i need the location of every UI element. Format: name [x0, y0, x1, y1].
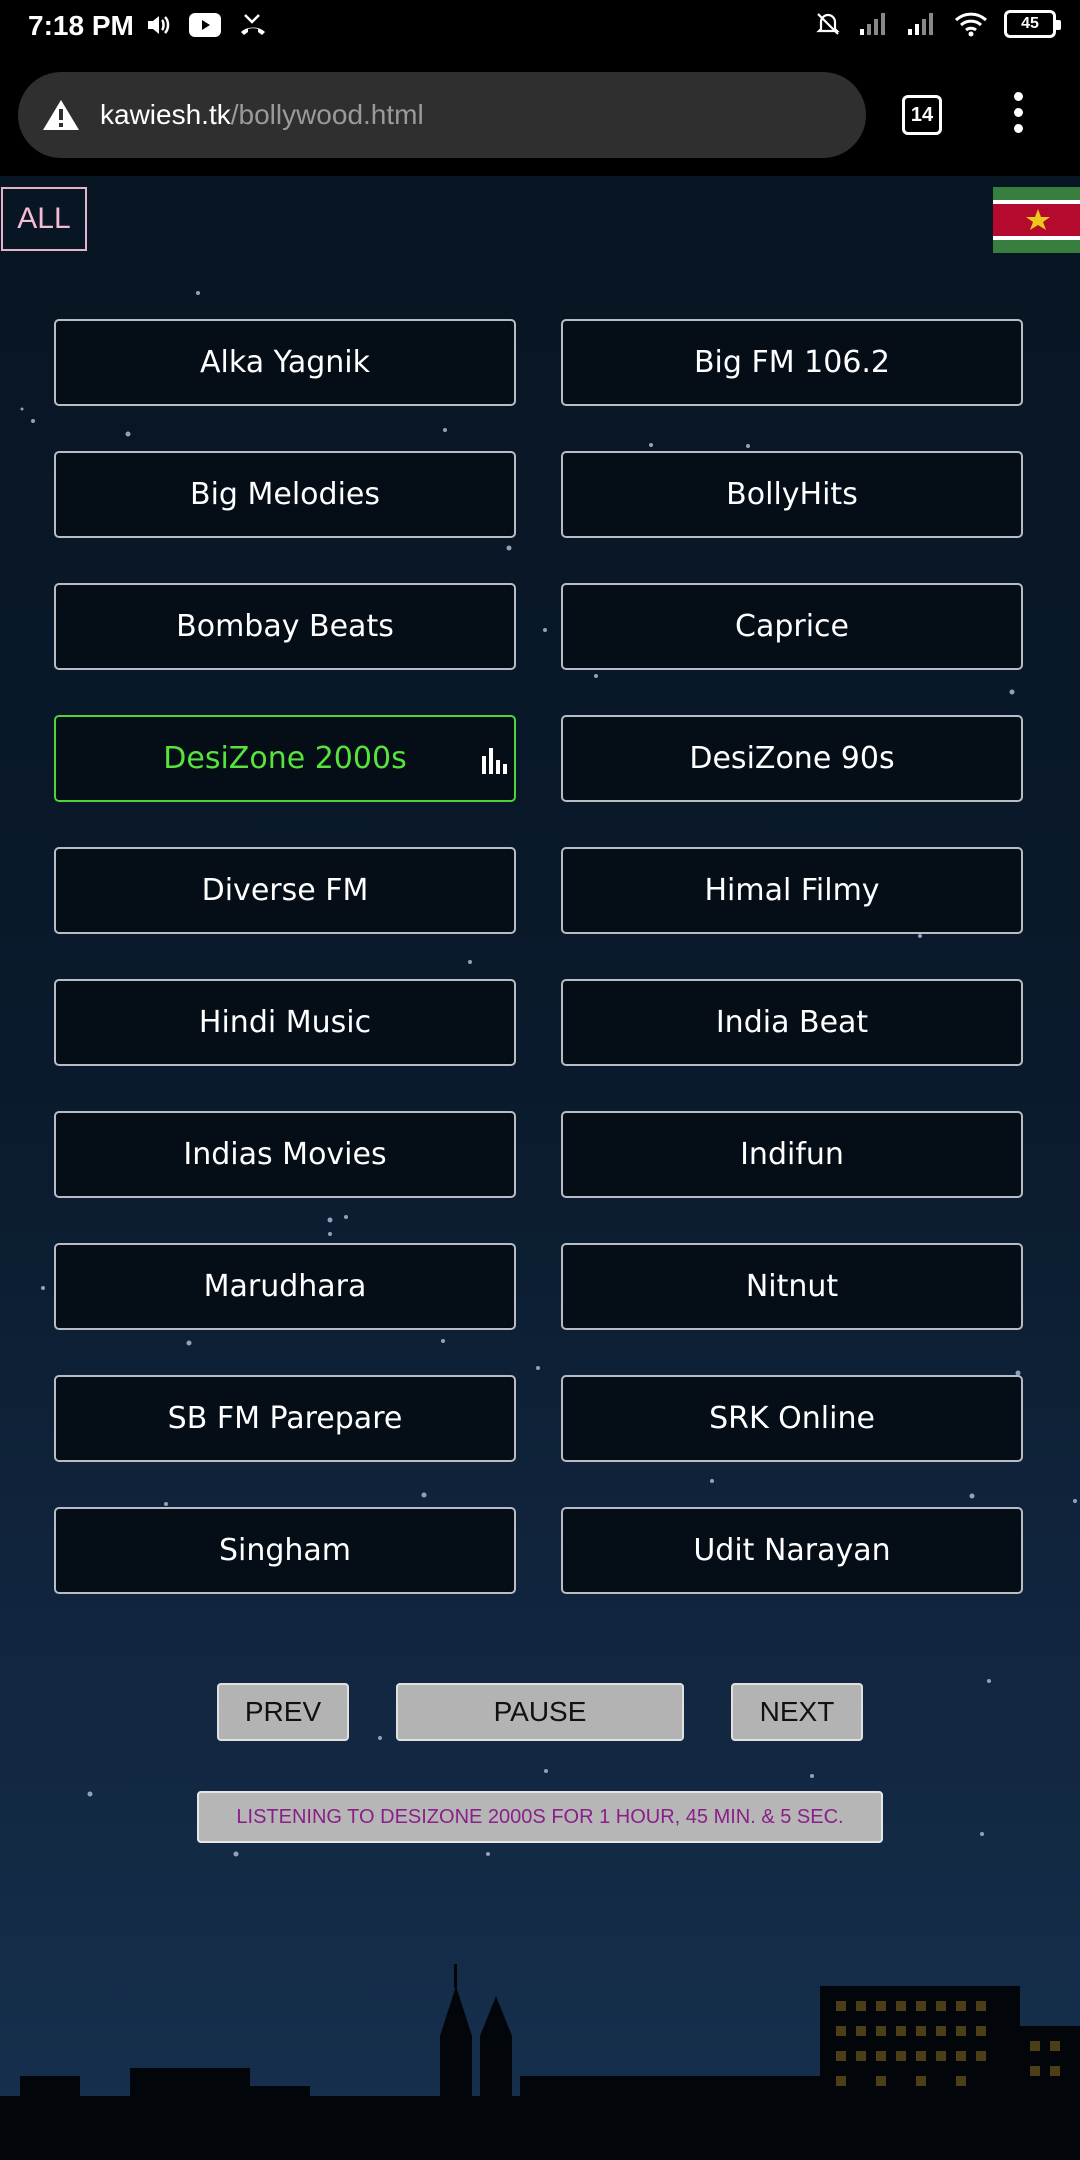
- station-label: Alka Yagnik: [200, 345, 370, 380]
- url-path: /bollywood.html: [230, 99, 424, 130]
- station-button[interactable]: Diverse FM: [54, 847, 516, 934]
- station-button[interactable]: SRK Online: [561, 1375, 1023, 1462]
- pause-button[interactable]: PAUSE: [396, 1683, 684, 1741]
- station-button[interactable]: Udit Narayan: [561, 1507, 1023, 1594]
- prev-button[interactable]: PREV: [217, 1683, 349, 1741]
- volume-icon: [148, 16, 170, 34]
- station-grid: Alka Yagnik Big FM 106.2 Big Melodies Bolly…: [54, 319, 1028, 1594]
- missed-call-icon: [241, 14, 265, 35]
- youtube-icon: [189, 13, 221, 37]
- signal-icon: [908, 13, 933, 35]
- menu-dot: [1013, 108, 1023, 117]
- station-button[interactable]: SB FM Parepare: [54, 1375, 516, 1462]
- bell-off-icon: [816, 13, 840, 35]
- menu-dot: [1013, 124, 1023, 133]
- city-skyline-silhouette: [0, 1964, 1080, 2160]
- station-label: Singham: [218, 1533, 352, 1568]
- station-label: Indifun: [740, 1137, 844, 1172]
- address-bar[interactable]: kawiesh.tk/bollywood.html: [18, 72, 866, 158]
- station-label: Big FM 106.2: [693, 345, 891, 380]
- status-time: 7:18 PM: [28, 10, 134, 41]
- station-label: DesiZone 90s: [689, 741, 895, 776]
- tab-switcher-button[interactable]: 14: [902, 95, 942, 135]
- station-label: BollyHits: [726, 477, 858, 512]
- station-label: Nitnut: [745, 1269, 839, 1304]
- station-button[interactable]: BollyHits: [561, 451, 1023, 538]
- station-button[interactable]: Bombay Beats: [54, 583, 516, 670]
- signal-icon: [860, 13, 885, 35]
- station-button[interactable]: Caprice: [561, 583, 1023, 670]
- menu-dot: [1013, 92, 1023, 101]
- url-host: kawiesh.tk: [100, 99, 231, 130]
- wifi-icon: [954, 12, 988, 37]
- station-label: SB FM Parepare: [167, 1401, 403, 1436]
- station-label: Himal Filmy: [704, 873, 880, 908]
- station-label: DesiZone 2000s: [163, 741, 407, 776]
- station-button[interactable]: Big FM 106.2: [561, 319, 1023, 406]
- station-label: Bombay Beats: [176, 609, 394, 644]
- page-content: ALL Alka Yagnik Big FM 106.2 Big Melodies B…: [0, 176, 1080, 2160]
- station-label: India Beat: [715, 1005, 869, 1040]
- battery-level: 45: [1021, 15, 1039, 32]
- station-button[interactable]: DesiZone 90s: [561, 715, 1023, 802]
- station-button[interactable]: Alka Yagnik: [54, 319, 516, 406]
- station-label: Hindi Music: [198, 1005, 372, 1040]
- now-playing-equalizer-icon: [482, 748, 507, 774]
- station-label: SRK Online: [709, 1401, 875, 1436]
- suriname-flag[interactable]: [993, 187, 1080, 253]
- warning-icon[interactable]: [42, 98, 80, 132]
- station-label: Udit Narayan: [693, 1533, 891, 1568]
- station-label: Marudhara: [203, 1269, 367, 1304]
- station-label: Indias Movies: [183, 1137, 387, 1172]
- station-button[interactable]: Himal Filmy: [561, 847, 1023, 934]
- station-label: Big Melodies: [190, 477, 380, 512]
- station-button[interactable]: Indifun: [561, 1111, 1023, 1198]
- listening-status: LISTENING TO DESIZONE 2000S FOR 1 HOUR, …: [197, 1791, 883, 1843]
- station-button[interactable]: Indias Movies: [54, 1111, 516, 1198]
- station-button[interactable]: Big Melodies: [54, 451, 516, 538]
- playback-controls: PREV PAUSE NEXT: [0, 1683, 1080, 1743]
- next-button[interactable]: NEXT: [731, 1683, 863, 1741]
- url-text[interactable]: kawiesh.tk/bollywood.html: [100, 99, 424, 131]
- station-button[interactable]: Marudhara: [54, 1243, 516, 1330]
- station-button[interactable]: Hindi Music: [54, 979, 516, 1066]
- station-button[interactable]: Singham: [54, 1507, 516, 1594]
- station-button[interactable]: DesiZone 2000s: [54, 715, 516, 802]
- browser-toolbar: kawiesh.tk/bollywood.html 14: [0, 54, 1080, 176]
- browser-menu-button[interactable]: [1008, 92, 1028, 138]
- battery-icon: 45: [1004, 10, 1061, 38]
- station-label: Diverse FM: [201, 873, 369, 908]
- station-button[interactable]: India Beat: [561, 979, 1023, 1066]
- station-button[interactable]: Nitnut: [561, 1243, 1023, 1330]
- station-label: Caprice: [735, 609, 849, 644]
- all-stations-button[interactable]: ALL: [1, 187, 87, 251]
- status-bar: 7:18 PM 45: [0, 0, 1080, 54]
